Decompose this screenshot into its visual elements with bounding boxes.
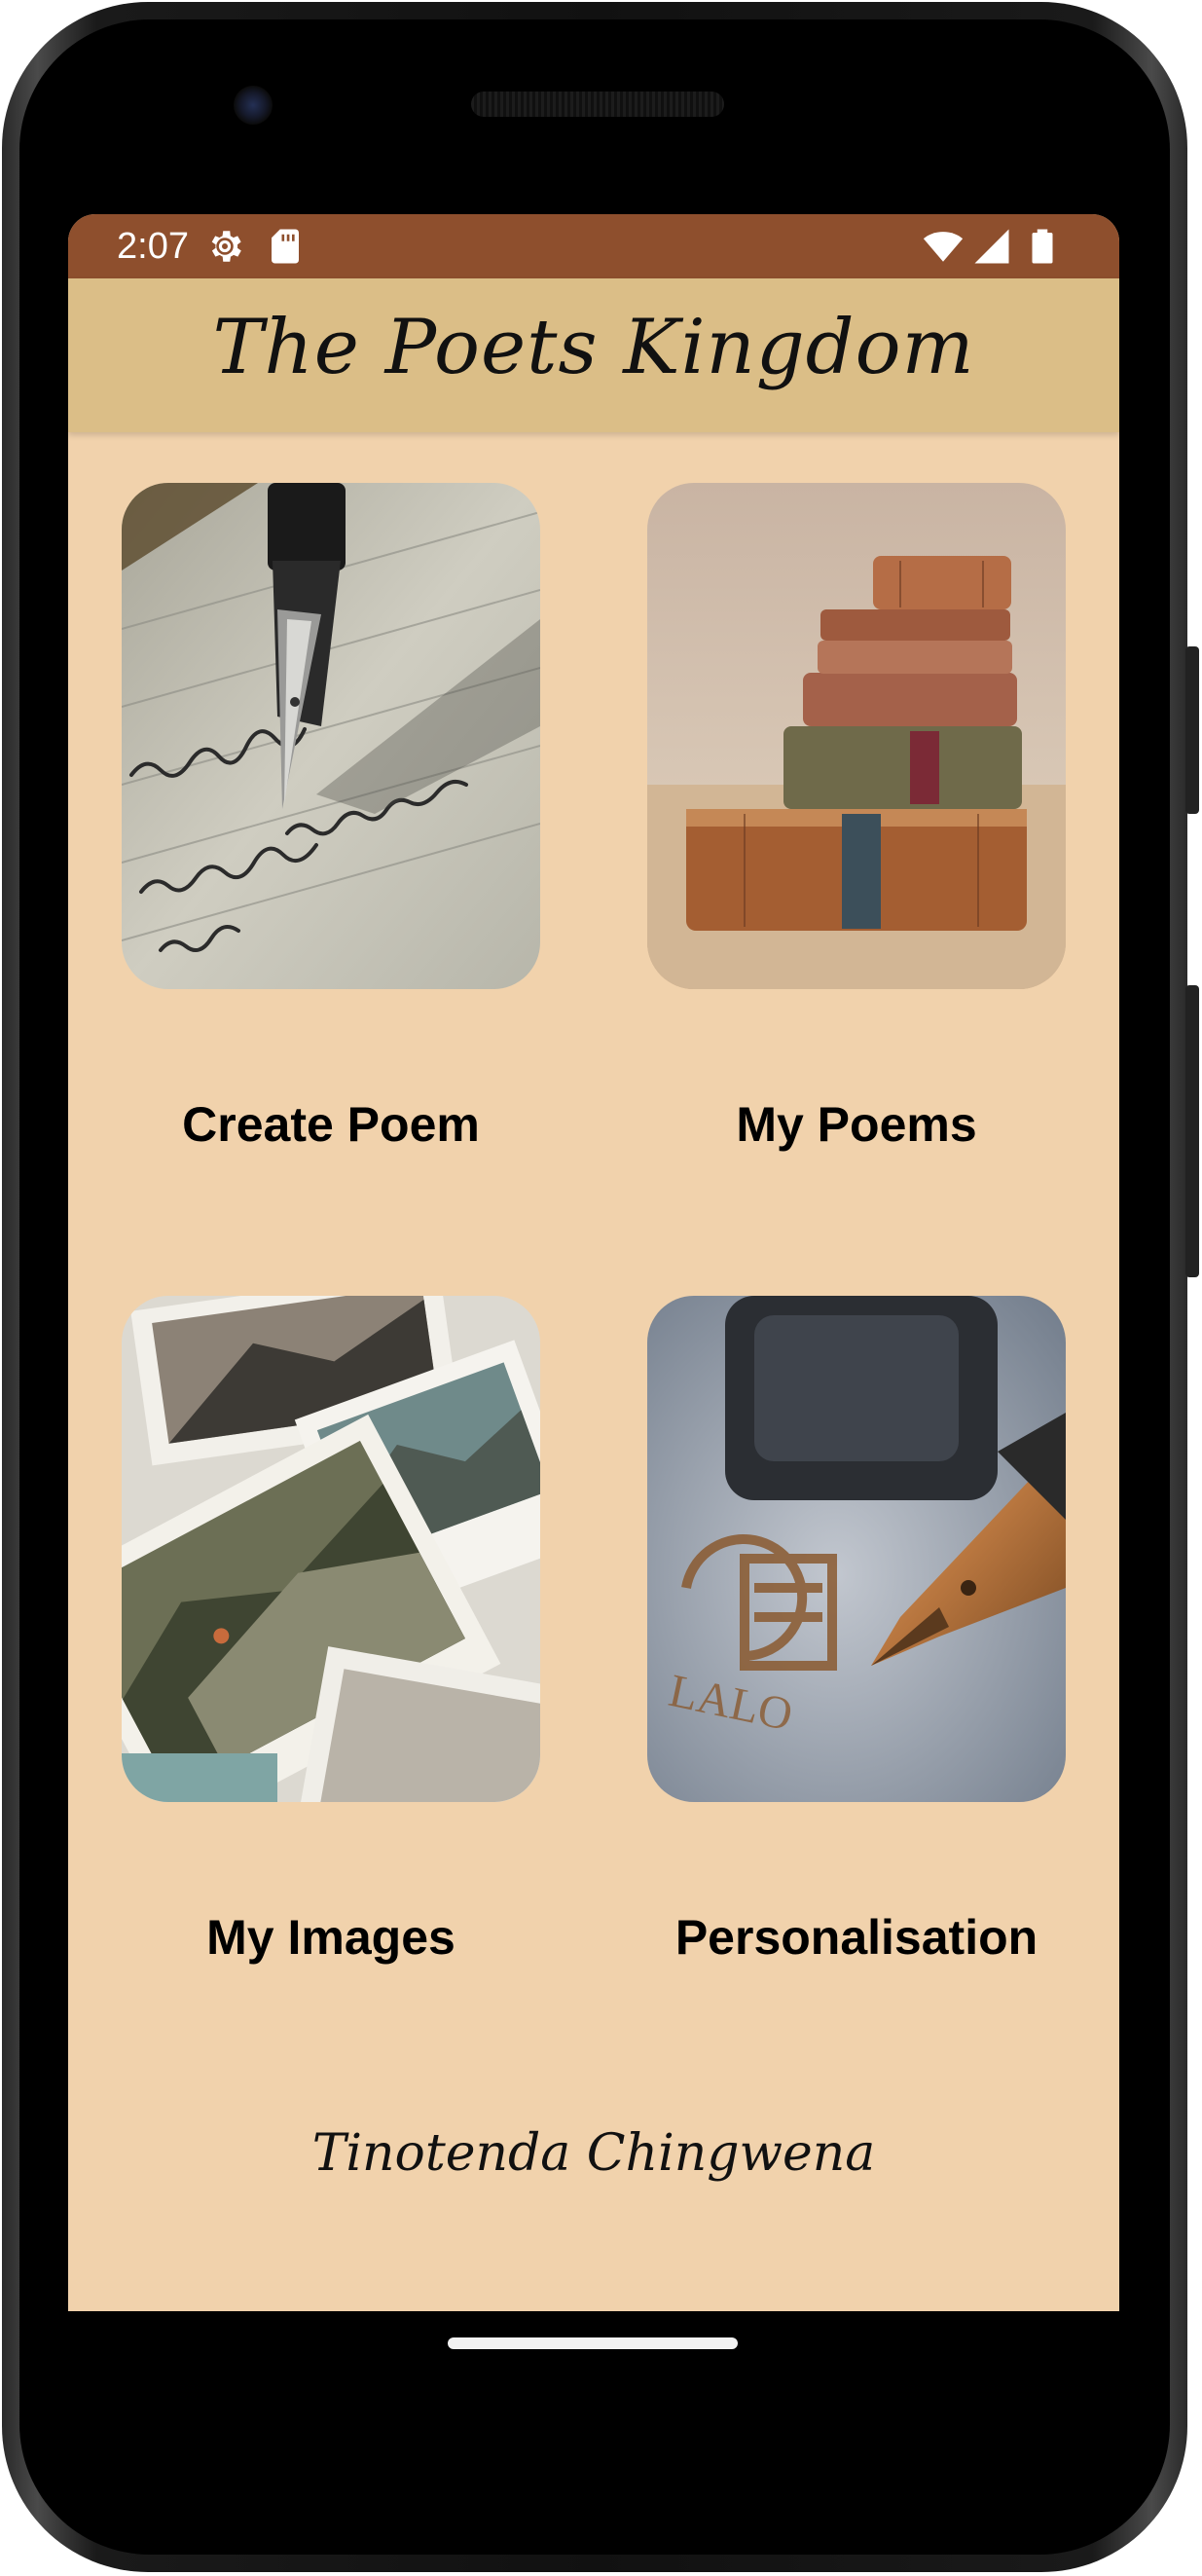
- cell-signal-icon: [974, 229, 1009, 264]
- front-camera: [234, 86, 273, 125]
- app-screen: 2:07 The Poets Kingdom Create Poem My Po…: [68, 214, 1119, 2311]
- sd-card-icon: [272, 229, 299, 264]
- home-indicator[interactable]: [448, 2337, 738, 2349]
- stacked-old-books-image[interactable]: [647, 483, 1066, 989]
- personalisation-label[interactable]: Personalisation: [589, 1909, 1119, 1966]
- author-credit: Tinotenda Chingwena: [311, 2124, 876, 2183]
- wifi-icon: [923, 232, 964, 262]
- fountain-pen-writing-image[interactable]: [122, 483, 540, 989]
- power-button: [1185, 646, 1199, 814]
- battery-icon: [1032, 229, 1053, 264]
- my-images-label[interactable]: My Images: [68, 1909, 599, 1966]
- status-bar: 2:07: [68, 214, 1119, 278]
- my-poems-label[interactable]: My Poems: [589, 1096, 1119, 1153]
- settings-icon: [211, 231, 241, 262]
- earpiece-speaker: [471, 92, 724, 117]
- create-poem-label[interactable]: Create Poem: [68, 1096, 599, 1153]
- volume-button: [1185, 985, 1199, 1277]
- app-title: The Poets Kingdom: [212, 304, 975, 391]
- scattered-photographs-image[interactable]: [122, 1296, 540, 1802]
- pen-and-ink-stamp-image[interactable]: LALO: [647, 1296, 1066, 1802]
- app-bar: The Poets Kingdom: [68, 278, 1119, 432]
- status-time: 2:07: [117, 226, 189, 267]
